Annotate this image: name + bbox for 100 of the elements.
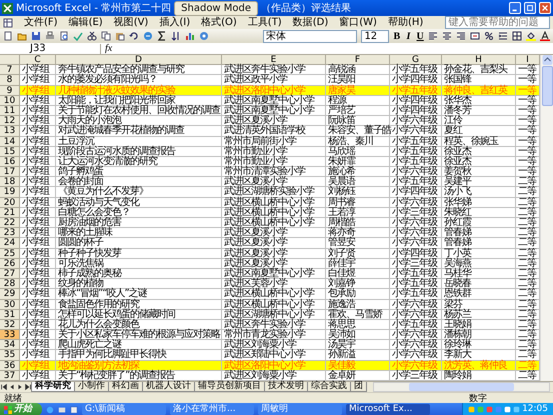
fill-color-icon[interactable]: [526, 31, 536, 41]
row-header[interactable]: 34: [0, 340, 20, 350]
table-cell: 刘嘉铮: [326, 279, 390, 290]
column-header[interactable]: I: [516, 55, 540, 66]
menu-item[interactable]: 数据(D): [292, 16, 328, 28]
row-header[interactable]: 8: [0, 75, 20, 86]
table-cell: 小学四年级: [390, 248, 442, 259]
sort-icon[interactable]: [171, 31, 181, 41]
table-cell: 恩铁群: [442, 289, 516, 300]
insert-function-button[interactable]: fx: [105, 44, 112, 54]
table-cell: 现阶段古运河水质的调查报告: [56, 146, 222, 157]
sheet-tab[interactable]: 科幻画: [108, 382, 143, 392]
sheet-tab[interactable]: 小制作: [74, 382, 109, 392]
row-header[interactable]: 15: [0, 146, 20, 157]
font-dropdown[interactable]: 宋体: [263, 30, 358, 42]
row-header[interactable]: 31: [0, 310, 20, 320]
row-header[interactable]: 9: [0, 86, 20, 96]
minimize-button[interactable]: [509, 2, 521, 14]
undo-icon[interactable]: [129, 31, 139, 41]
column-header[interactable]: G: [390, 55, 442, 66]
menu-item[interactable]: 窗口(W): [339, 16, 377, 28]
row-header[interactable]: 29: [0, 289, 20, 300]
align-right-icon[interactable]: [456, 31, 466, 41]
merge-cells-icon[interactable]: [470, 31, 480, 41]
spelling-icon[interactable]: [73, 31, 83, 41]
menu-item[interactable]: 视图(V): [114, 16, 148, 28]
horizontal-scrollbar[interactable]: [373, 382, 550, 392]
scrollbar-thumb[interactable]: [542, 66, 552, 106]
row-header[interactable]: 35: [0, 350, 20, 361]
sum-icon[interactable]: [157, 31, 167, 41]
row-header[interactable]: 26: [0, 258, 20, 269]
borders-icon[interactable]: [512, 31, 522, 41]
italic-button[interactable]: I: [404, 30, 412, 42]
maximize-button[interactable]: [524, 2, 536, 14]
sheet-tab[interactable]: 技术发明: [264, 382, 308, 392]
row-header[interactable]: 37: [0, 370, 20, 381]
sheet-tab[interactable]: 科学研究: [31, 382, 75, 392]
row-header[interactable]: 18: [0, 177, 20, 188]
row-header[interactable]: 24: [0, 238, 20, 249]
last-sheet-icon[interactable]: [24, 383, 32, 391]
help-search-field[interactable]: 键入需要帮助的问题: [445, 16, 550, 29]
row-header[interactable]: 17: [0, 167, 20, 178]
maximize-icon: [526, 4, 534, 12]
sheet-tab[interactable]: 辅导员创新项目: [194, 382, 265, 392]
menu-item[interactable]: 帮助(H): [388, 16, 424, 28]
paste-icon[interactable]: [115, 31, 125, 41]
row-header[interactable]: 27: [0, 268, 20, 280]
menu-item[interactable]: 文件(F): [24, 16, 58, 28]
row-header[interactable]: 25: [0, 248, 20, 259]
row-header[interactable]: 22: [0, 218, 20, 228]
taskbar-button[interactable]: 周敏明: [258, 404, 342, 415]
row-header[interactable]: 10: [0, 96, 20, 106]
folder-icon[interactable]: [17, 31, 27, 41]
close-button[interactable]: [539, 2, 551, 14]
indent-icon[interactable]: [498, 31, 508, 41]
align-left-icon[interactable]: [428, 31, 438, 41]
row-header[interactable]: 16: [0, 156, 20, 168]
percent-icon[interactable]: [484, 31, 494, 41]
menu-item[interactable]: 格式(O): [201, 16, 237, 28]
sheet-tab[interactable]: 团: [350, 382, 367, 392]
row-header[interactable]: 28: [0, 279, 20, 290]
font-size-dropdown[interactable]: 12: [361, 30, 389, 42]
sheet-tab[interactable]: 综合实践: [307, 382, 351, 392]
align-center-icon[interactable]: [442, 31, 452, 41]
row-header[interactable]: 36: [0, 360, 20, 371]
scroll-up-icon[interactable]: [542, 55, 552, 65]
menu-item[interactable]: 工具(T): [248, 16, 282, 28]
window-icon[interactable]: [70, 406, 78, 414]
row-header[interactable]: 13: [0, 126, 20, 136]
column-header[interactable]: C: [20, 55, 56, 66]
row-header[interactable]: 32: [0, 320, 20, 330]
save-icon[interactable]: [31, 31, 41, 41]
font-color-icon[interactable]: [540, 31, 550, 41]
first-sheet-icon[interactable]: [0, 383, 8, 391]
print-icon[interactable]: [45, 31, 55, 41]
row-header[interactable]: 23: [0, 228, 20, 238]
sheet-tab[interactable]: 机器人设计: [142, 382, 195, 392]
row-header[interactable]: 20: [0, 198, 20, 208]
table-cell: 小学组: [20, 238, 56, 249]
excel-icon: [2, 2, 13, 14]
row-header[interactable]: 7: [0, 65, 20, 76]
cut-icon[interactable]: [87, 31, 97, 41]
column-header[interactable]: F: [326, 55, 390, 66]
menu-item[interactable]: 插入(I): [159, 16, 190, 28]
new-file-icon[interactable]: [3, 31, 13, 41]
row-header[interactable]: 30: [0, 300, 20, 310]
row-header[interactable]: 33: [0, 330, 20, 340]
menu-item[interactable]: 编辑(E): [68, 16, 103, 28]
underline-button[interactable]: U: [416, 30, 424, 42]
bold-button[interactable]: B: [392, 30, 401, 42]
row-header[interactable]: 14: [0, 136, 20, 147]
copy-icon[interactable]: [101, 31, 111, 41]
table-cell: 白糖怎么会变色？: [56, 208, 222, 218]
chart-icon[interactable]: [185, 31, 195, 41]
row-header[interactable]: 12: [0, 116, 20, 126]
row-header[interactable]: 11: [0, 106, 20, 116]
row-header[interactable]: 21: [0, 208, 20, 218]
row-header[interactable]: 19: [0, 187, 20, 198]
preview-icon[interactable]: [59, 31, 69, 41]
taskbar-button[interactable]: Microsoft Ex...: [346, 404, 430, 415]
